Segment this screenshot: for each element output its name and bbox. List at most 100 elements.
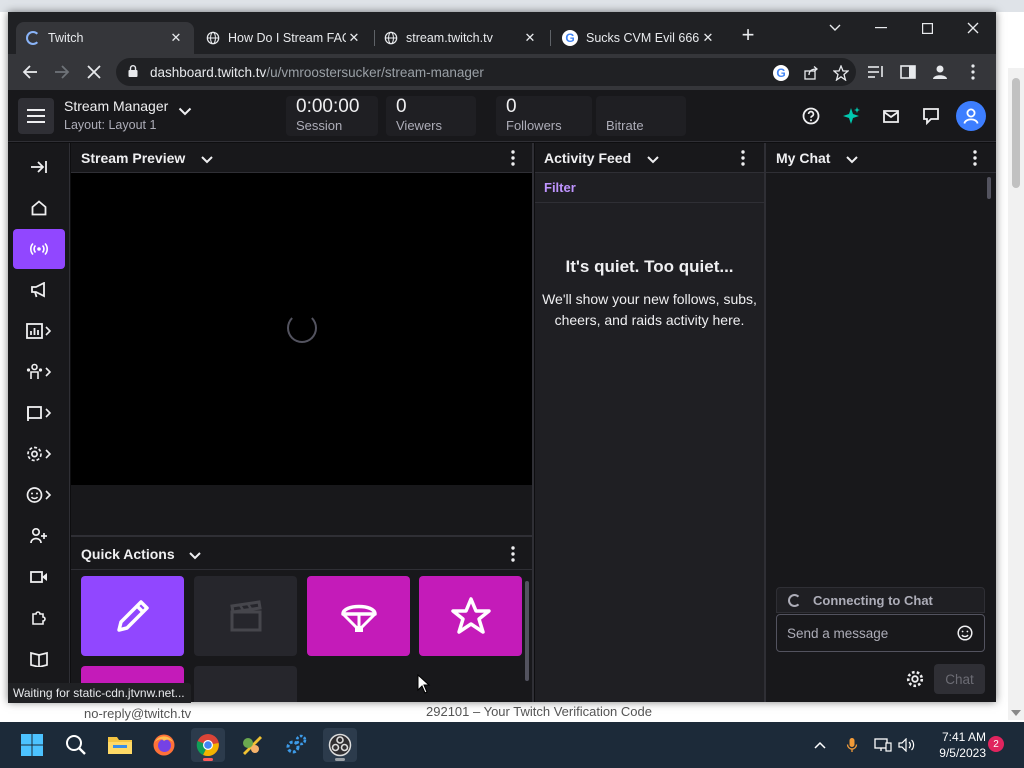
pencil-icon [116,600,149,632]
back-button[interactable] [18,60,42,84]
url-text[interactable]: dashboard.twitch.tv/u/vmroostersucker/st… [150,65,484,80]
layout-dropdown-button[interactable] [178,104,192,119]
nav-creator-camp[interactable] [13,516,65,556]
nav-video-producer[interactable] [13,557,65,597]
whispers-icon[interactable] [919,104,943,128]
help-icon[interactable] [799,104,823,128]
app-button[interactable] [279,728,313,762]
chevron-down-icon[interactable] [647,152,659,167]
background-scrollbar-thumb[interactable] [1012,78,1020,188]
feature-button[interactable] [419,576,522,656]
chat-scrollbar[interactable] [987,177,991,199]
maximize-button[interactable] [904,14,950,42]
filter-link[interactable]: Filter [544,180,576,195]
minimize-button[interactable] [858,14,904,42]
more-options-icon[interactable] [505,546,521,562]
close-icon [87,65,101,79]
network-icon[interactable] [874,736,892,754]
start-button[interactable] [15,728,49,762]
nav-safety[interactable] [13,639,65,679]
collapse-nav-button[interactable] [13,147,65,187]
emote-picker-icon[interactable] [956,624,974,642]
tab-stream-twitch[interactable]: stream.twitch.tv ✕ [374,22,548,54]
chevron-down-icon[interactable] [846,152,858,167]
session-stat: 0:00:00 Session [286,96,378,136]
reading-list-icon[interactable] [866,62,886,82]
nav-community[interactable] [13,352,65,392]
tab-separator [550,30,551,46]
close-window-button[interactable] [950,14,996,42]
extensions-icon [32,611,46,625]
volume-icon[interactable] [898,736,916,754]
bookmark-star-icon[interactable] [832,64,850,82]
kebab-menu-icon[interactable] [963,62,983,82]
nav-settings[interactable] [13,434,65,474]
new-tab-button[interactable]: + [736,24,760,48]
my-chat-header: My Chat [766,143,996,173]
globe-icon [206,31,220,45]
nav-analytics[interactable] [13,311,65,351]
menu-button[interactable] [18,98,54,134]
chat-settings-icon[interactable] [904,668,926,690]
raid-channel-button[interactable] [307,576,410,656]
firefox-button[interactable] [147,728,181,762]
background-scroll-down-icon[interactable] [1011,710,1021,716]
my-chat-title: My Chat [776,150,831,166]
stream-preview-video[interactable] [71,173,532,485]
nav-stream-manager[interactable] [13,229,65,269]
chevron-down-icon[interactable] [201,152,213,167]
close-tab-icon[interactable]: ✕ [168,30,184,46]
nav-promotions[interactable] [13,270,65,310]
stop-loading-button[interactable] [82,60,106,84]
share-icon[interactable] [802,64,820,82]
more-options-icon[interactable] [735,150,751,166]
viewers-value: 0 [396,96,407,117]
quick-actions-scrollbar[interactable] [525,581,529,681]
tab-google-search[interactable]: G Sucks CVM Evil 666 - ✕ [552,22,726,54]
content-icon [27,406,52,421]
viewers-label: Viewers [396,118,443,133]
home-icon [31,200,47,216]
edit-stream-info-button[interactable] [81,576,184,656]
chat-send-button[interactable]: Chat [934,664,985,694]
tab-stream-faq[interactable]: How Do I Stream FAQ ✕ [196,22,372,54]
obs-button[interactable] [323,728,357,762]
nav-extensions[interactable] [13,598,65,638]
chrome-button[interactable] [191,728,225,762]
more-options-icon[interactable] [967,150,983,166]
minimize-icon [875,27,887,29]
google-lens-icon[interactable]: G [772,64,790,82]
system-clock[interactable]: 7:41 AM 9/5/2023 [924,729,986,761]
file-explorer-button[interactable] [103,728,137,762]
show-hidden-icons-icon[interactable] [811,736,829,754]
nav-content[interactable] [13,393,65,433]
nav-home[interactable] [13,188,65,228]
sparkle-icon[interactable] [839,104,863,128]
profile-icon[interactable] [930,62,950,82]
background-page-scrollbar[interactable] [1008,68,1024,720]
inbox-icon[interactable] [879,104,903,128]
address-bar[interactable]: dashboard.twitch.tv/u/vmroostersucker/st… [116,58,856,86]
lock-icon[interactable] [128,65,138,77]
close-tab-icon[interactable]: ✕ [346,30,362,46]
app-button[interactable] [235,728,269,762]
gears-icon [286,734,307,754]
tab-twitch[interactable]: Twitch ✕ [16,22,194,54]
clip-button[interactable] [194,576,297,656]
chevron-down-icon[interactable] [189,548,201,563]
bitrate-stat: Bitrate [596,96,686,136]
close-tab-icon[interactable]: ✕ [522,30,538,46]
notification-badge[interactable]: 2 [988,736,1004,752]
user-avatar[interactable] [956,101,986,131]
clapperboard-icon [229,600,262,632]
more-options-icon[interactable] [505,150,521,166]
microphone-icon[interactable] [843,736,861,754]
chat-message-input[interactable] [776,614,985,652]
quick-action-tile[interactable] [194,666,297,702]
nav-viewer-rewards[interactable] [13,475,65,515]
forward-button[interactable] [50,60,74,84]
tab-search-button[interactable] [812,14,858,42]
close-tab-icon[interactable]: ✕ [700,30,716,46]
taskbar-search-button[interactable] [59,728,93,762]
side-panel-icon[interactable] [898,62,918,82]
